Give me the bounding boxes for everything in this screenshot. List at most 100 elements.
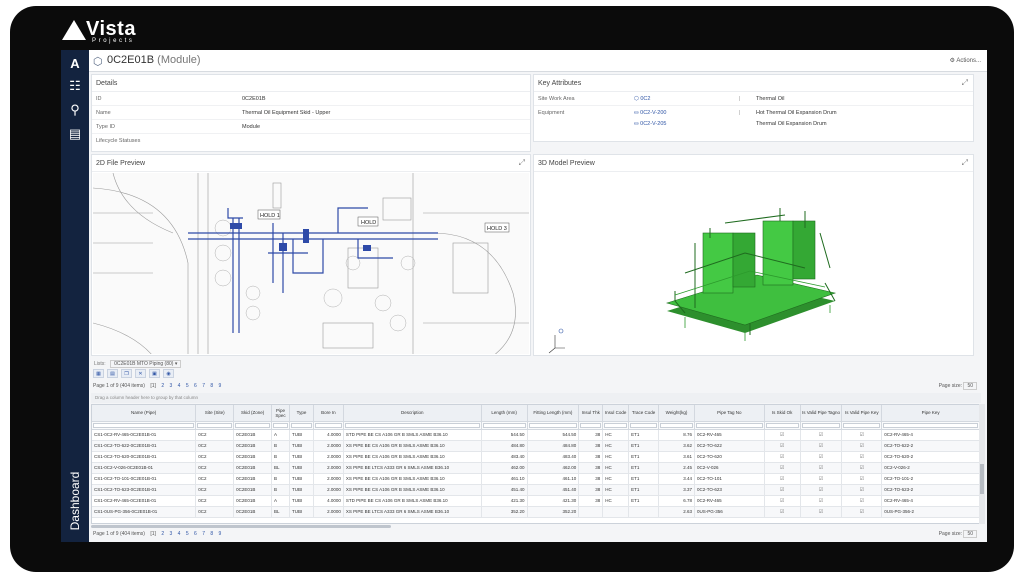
- table-cell[interactable]: 0C2: [195, 440, 235, 452]
- table-cell[interactable]: 0C2: [195, 451, 235, 463]
- column-header[interactable]: Fitting Length (mm): [527, 405, 580, 422]
- list-icon[interactable]: ▤: [67, 126, 83, 142]
- table-row[interactable]: CS1-0C2-TO-101-0C2E01B-01 0C2 0C2E01B B TUBI…: [92, 473, 980, 485]
- filter-input[interactable]: [660, 422, 693, 428]
- page-size-select[interactable]: 50: [963, 530, 977, 538]
- column-header[interactable]: Name (Pipe): [92, 405, 197, 422]
- page-link[interactable]: 4: [178, 383, 181, 389]
- column-filter[interactable]: [271, 421, 290, 430]
- table-checkbox[interactable]: ☑: [841, 506, 883, 518]
- column-filter[interactable]: [881, 421, 980, 430]
- column-header[interactable]: Weight(kg): [658, 405, 695, 422]
- column-header[interactable]: Site (Site): [195, 405, 235, 422]
- column-filter[interactable]: [195, 421, 235, 430]
- table-checkbox[interactable]: ☑: [764, 429, 801, 441]
- cut-icon[interactable]: ✕: [135, 369, 146, 378]
- table-row[interactable]: CS1-0US-PG-356-0C2E01B-01 0C2 0C2E01B BL TUB…: [92, 506, 980, 518]
- expand-icon[interactable]: ⤢: [962, 158, 968, 168]
- filter-input[interactable]: [93, 422, 195, 428]
- table-checkbox[interactable]: ☑: [841, 462, 883, 474]
- table-cell[interactable]: CS1-0C2-TO-620-0C2E01B-01: [92, 451, 197, 463]
- table-cell[interactable]: CS1-0C2-RV-465-0C2E01B-01: [92, 495, 197, 507]
- table-row[interactable]: CS1-0C2-RV-465-0C2E01B-01 0C2 0C2E01B A TUBI…: [92, 495, 980, 507]
- table-checkbox[interactable]: ☑: [841, 473, 883, 485]
- column-header[interactable]: Length (mm): [481, 405, 528, 422]
- page-link[interactable]: 7: [202, 383, 205, 389]
- column-header[interactable]: Bore In: [313, 405, 344, 422]
- page-link[interactable]: 3: [170, 531, 173, 537]
- table-checkbox[interactable]: ☑: [764, 473, 801, 485]
- table-cell[interactable]: 0C2: [195, 506, 235, 518]
- column-header[interactable]: Pipe Spec: [271, 405, 290, 422]
- column-filter[interactable]: [578, 421, 604, 430]
- table-checkbox[interactable]: ☑: [841, 440, 883, 452]
- page-link[interactable]: 2: [161, 383, 164, 389]
- page-size-select[interactable]: 50: [963, 382, 977, 390]
- scroll-thumb[interactable]: [980, 464, 984, 494]
- column-filter[interactable]: [343, 421, 482, 430]
- table-cell[interactable]: 0C2E01B: [233, 451, 273, 463]
- table-checkbox[interactable]: ☑: [841, 451, 883, 463]
- filter-input[interactable]: [765, 422, 799, 428]
- table-cell[interactable]: CS1-0C2-TO-101-0C2E01B-01: [92, 473, 197, 485]
- column-filter[interactable]: [527, 421, 580, 430]
- filter-input[interactable]: [291, 422, 312, 428]
- actions-menu[interactable]: ⚙ Actions...: [950, 57, 981, 64]
- lists-select[interactable]: 0C2E01B MTO Piping (80) ▾: [110, 360, 182, 368]
- view-icon[interactable]: ◉: [163, 369, 174, 378]
- table-cell[interactable]: CS1-0C2-V-026-0C2E01B-01: [92, 462, 197, 474]
- table-cell[interactable]: 0C2: [195, 484, 235, 496]
- page-link[interactable]: 5: [186, 531, 189, 537]
- filter-input[interactable]: [883, 422, 978, 428]
- table-row[interactable]: CS1-0C2-TO-622-0C2E01B-01 0C2 0C2E01B B TUBI…: [92, 440, 980, 452]
- filter-input[interactable]: [235, 422, 271, 428]
- table-cell[interactable]: 0C2E01B: [233, 484, 273, 496]
- column-filter[interactable]: [764, 421, 801, 430]
- page-link[interactable]: 6: [194, 531, 197, 537]
- table-cell[interactable]: 0C2E01B: [233, 462, 273, 474]
- table-checkbox[interactable]: ☑: [800, 484, 843, 496]
- filter-input[interactable]: [344, 422, 480, 428]
- column-filter[interactable]: [841, 421, 883, 430]
- table-checkbox[interactable]: ☑: [764, 451, 801, 463]
- column-header[interactable]: Is Skid Ok: [764, 405, 801, 422]
- table-checkbox[interactable]: ☑: [800, 506, 843, 518]
- table-cell[interactable]: 0C2E01B: [233, 506, 273, 518]
- table-row[interactable]: CS1-0C2-V-026-0C2E01B-01 0C2 0C2E01B BL TUBI…: [92, 462, 980, 474]
- filter-input[interactable]: [843, 422, 881, 428]
- table-row[interactable]: CS1-0C2-TO-623-0C2E01B-01 0C2 0C2E01B B TUBI…: [92, 484, 980, 496]
- save-icon[interactable]: ▦: [93, 369, 104, 378]
- filter-input[interactable]: [630, 422, 658, 428]
- page-link[interactable]: 8: [210, 531, 213, 537]
- table-cell[interactable]: 0C2E01B: [233, 495, 273, 507]
- column-header[interactable]: Type: [289, 405, 314, 422]
- site-link[interactable]: ⬡ 0C2: [634, 96, 650, 102]
- table-checkbox[interactable]: ☑: [800, 429, 843, 441]
- column-header[interactable]: Insul Code: [602, 405, 630, 422]
- column-filter[interactable]: [602, 421, 630, 430]
- page-link[interactable]: 9: [219, 531, 222, 537]
- table-checkbox[interactable]: ☑: [841, 495, 883, 507]
- export-icon[interactable]: ▤: [107, 369, 118, 378]
- column-filter[interactable]: [694, 421, 765, 430]
- page-link[interactable]: 7: [202, 531, 205, 537]
- table-cell[interactable]: 0C2: [195, 462, 235, 474]
- filter-input[interactable]: [528, 422, 578, 428]
- table-checkbox[interactable]: ☑: [841, 429, 883, 441]
- grid-horizontal-scrollbar[interactable]: [91, 525, 391, 528]
- table-checkbox[interactable]: ☑: [800, 473, 843, 485]
- search-icon[interactable]: ⚲: [67, 102, 83, 118]
- table-cell[interactable]: CS1-0US-PG-356-0C2E01B-01: [92, 506, 197, 518]
- table-checkbox[interactable]: ☑: [764, 462, 801, 474]
- column-filter[interactable]: [658, 421, 695, 430]
- page-link[interactable]: 3: [170, 383, 173, 389]
- drawing-viewer[interactable]: HOLD 1 HOLD HOLD 3: [93, 173, 529, 354]
- table-row[interactable]: CS1-0C2-TO-620-0C2E01B-01 0C2 0C2E01B B TUBI…: [92, 451, 980, 463]
- filter-input[interactable]: [273, 422, 288, 428]
- model-viewer[interactable]: [535, 173, 972, 354]
- filter-input[interactable]: [695, 422, 763, 428]
- page-link[interactable]: 4: [178, 531, 181, 537]
- page-link[interactable]: 6: [194, 383, 197, 389]
- column-filter[interactable]: [92, 421, 197, 430]
- column-header[interactable]: Description: [343, 405, 482, 422]
